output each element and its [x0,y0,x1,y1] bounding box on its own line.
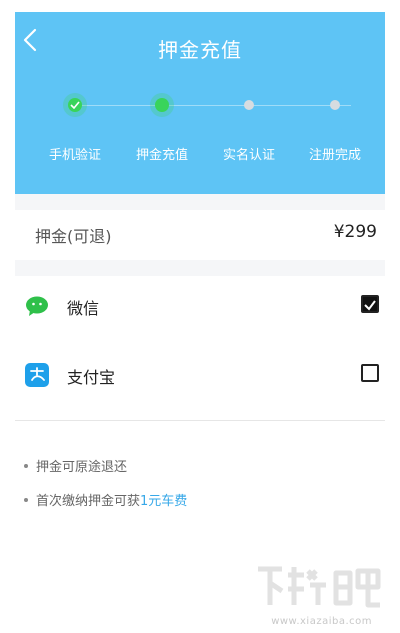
step-dot-done [155,98,169,112]
note-refund: 押金可原途退还 [24,456,127,475]
watermark-url: www.xiazaiba.com [271,616,372,627]
step-label: 注册完成 [308,148,361,163]
page-title: 押金充值 [158,38,242,62]
payment-option-alipay[interactable]: 支付宝 [15,345,385,405]
screen: 押金充值 手机验证 押金充值 实名认证 注册完成 押金(可退) ¥299 微信 … [0,0,400,633]
step-dot-todo [244,100,254,110]
note-highlight: 1元车费 [140,494,188,509]
step-dot-done [68,98,82,112]
wechat-icon [26,296,48,316]
check-icon [70,101,80,109]
note-bonus: 首次缴纳押金可获1元车费 [24,490,187,509]
deposit-amount: ¥299 [333,222,377,242]
step-label: 押金充值 [135,148,188,163]
payment-option-wechat[interactable]: 微信 [15,276,385,336]
divider [15,420,385,421]
alipay-icon [25,363,49,387]
bullet-icon [24,463,28,468]
section-separator [15,194,385,210]
note-text: 押金可原途退还 [36,460,128,475]
wechat-checkbox[interactable] [361,295,379,313]
progress-line [75,105,351,106]
deposit-row: 押金(可退) ¥299 [15,210,385,260]
payment-label: 微信 [67,299,100,318]
step-label: 实名认证 [222,148,275,163]
bullet-icon [24,497,28,502]
step-dot-todo [330,100,340,110]
check-icon [364,300,376,311]
payment-label: 支付宝 [67,368,116,387]
alipay-checkbox[interactable] [361,364,379,382]
section-separator [15,260,385,276]
note-text: 首次缴纳押金可获 [36,494,141,509]
deposit-label: 押金(可退) [35,227,112,246]
header-bar: 押金充值 手机验证 押金充值 实名认证 注册完成 [15,12,385,194]
step-label: 手机验证 [48,148,101,163]
watermark-logo-icon [258,566,381,608]
